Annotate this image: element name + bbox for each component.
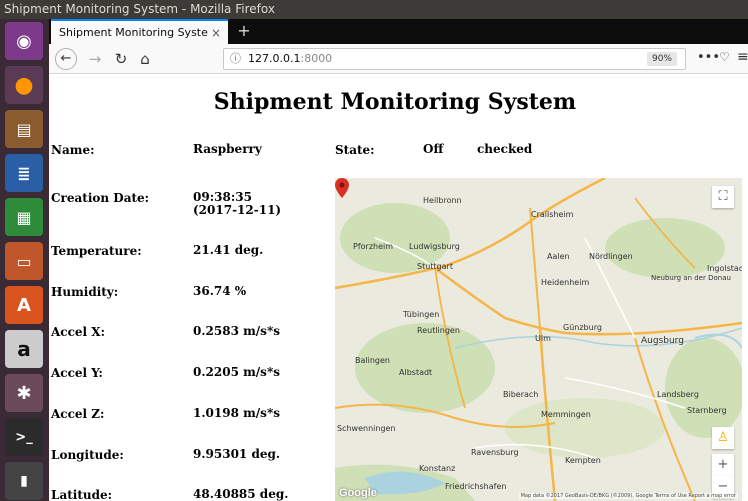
navigation-toolbar: ← → ↻ ⌂ ⓘ 127.0.0.1:8000 90% ••• ♡ ≡ <box>49 44 748 74</box>
map-city-label: Heilbronn <box>423 196 462 205</box>
state-value: Off <box>423 142 444 156</box>
map-city-label: Albstadt <box>399 368 433 377</box>
map-city-label: Reutlingen <box>417 326 460 335</box>
files-icon[interactable]: ▤ <box>5 110 43 148</box>
accel-x-label: Accel X: <box>51 325 106 339</box>
map-city-label: Neuburg an der Donau <box>651 274 731 282</box>
map-city-label: Crailsheim <box>531 210 574 219</box>
temperature-value: 21.41 deg. <box>193 243 264 257</box>
map-city-label: Konstanz <box>419 464 456 473</box>
accel-y-value: 0.2205 m/s*s <box>193 365 280 379</box>
map-city-label: Heidenheim <box>541 278 590 287</box>
map-city-label: Aalen <box>547 252 570 261</box>
url-host: 127.0.0.1 <box>248 52 301 65</box>
map-city-label: Memmingen <box>541 410 591 419</box>
map-city-label: Ulm <box>535 334 551 343</box>
window-title-bar: Shipment Monitoring System - Mozilla Fir… <box>0 0 748 19</box>
map-city-label: Nördlingen <box>589 252 633 261</box>
settings-icon[interactable]: ✱ <box>5 374 43 412</box>
software-center-icon[interactable]: A <box>5 286 43 324</box>
state-label: State: <box>335 143 375 157</box>
tab-shipment-monitoring[interactable]: Shipment Monitoring Syste × <box>51 19 228 44</box>
page-actions-icon[interactable]: ••• <box>697 50 720 65</box>
impress-icon[interactable]: ▭ <box>5 242 43 280</box>
writer-icon[interactable]: ≣ <box>5 154 43 192</box>
ubuntu-launcher: ◉ ● ▤ ≣ ▦ ▭ A a ✱ >_ ▮ <box>0 19 49 501</box>
page-title: Shipment Monitoring System <box>213 89 577 115</box>
map-city-label: Stuttgart <box>417 262 453 271</box>
usb-drive-icon[interactable]: ▮ <box>5 462 43 500</box>
zoom-in-button[interactable]: + <box>712 454 734 476</box>
longitude-label: Longitude: <box>51 448 124 462</box>
map-city-label: Günzburg <box>563 323 602 332</box>
zoom-level[interactable]: 90% <box>646 52 677 66</box>
window-title: Shipment Monitoring System - Mozilla Fir… <box>4 2 275 16</box>
back-icon[interactable]: ← <box>55 48 77 70</box>
tab-strip: Shipment Monitoring Syste × + <box>49 19 748 44</box>
location-pin-icon[interactable] <box>335 178 349 198</box>
ubuntu-dash-icon[interactable]: ◉ <box>5 22 43 60</box>
longitude-value: 9.95301 deg. <box>193 447 281 461</box>
tab-title: Shipment Monitoring Syste <box>59 26 208 39</box>
google-logo[interactable]: Google <box>339 487 377 499</box>
page-content: Shipment Monitoring System Name: Raspber… <box>49 75 748 501</box>
map-city-label: Ravensburg <box>471 448 519 457</box>
hamburger-menu-icon[interactable]: ≡ <box>737 49 748 65</box>
site-info-icon[interactable]: ⓘ <box>230 49 241 69</box>
accel-z-value: 1.0198 m/s*s <box>193 406 280 420</box>
checked-text: checked <box>477 142 533 156</box>
temperature-label: Temperature: <box>51 244 142 258</box>
map-city-label: Tübingen <box>403 310 440 319</box>
humidity-label: Humidity: <box>51 285 119 299</box>
amazon-icon[interactable]: a <box>5 330 43 368</box>
pegman-icon[interactable]: ♙ <box>712 427 734 449</box>
name-label: Name: <box>51 143 95 157</box>
creation-date-label: Creation Date: <box>51 191 150 205</box>
url-port: :8000 <box>300 52 333 65</box>
terminal-icon[interactable]: >_ <box>5 418 43 456</box>
reload-icon[interactable]: ↻ <box>111 49 131 69</box>
map-city-label: Landsberg <box>657 390 699 399</box>
home-icon[interactable]: ⌂ <box>135 49 155 69</box>
map-city-label: Ludwigsburg <box>409 242 460 251</box>
map-city-label: Balingen <box>355 356 390 365</box>
map-city-label: Augsburg <box>641 336 684 346</box>
pocket-icon[interactable]: ♡ <box>719 50 730 64</box>
map-city-label: Pforzheim <box>353 242 394 251</box>
map-city-label: Kempten <box>565 456 601 465</box>
google-map[interactable]: Heilbronn Crailsheim Pforzheim Ludwigsbu… <box>335 178 742 501</box>
firefox-icon[interactable]: ● <box>5 66 43 104</box>
name-value: Raspberry <box>193 142 262 156</box>
accel-y-label: Accel Y: <box>51 366 103 380</box>
map-attribution[interactable]: Map data ©2017 GeoBasis-DE/BKG (©2009), … <box>518 493 738 499</box>
latitude-value: 48.40885 deg. <box>193 487 289 501</box>
map-city-label: Biberach <box>503 390 539 399</box>
accel-x-value: 0.2583 m/s*s <box>193 324 280 338</box>
map-city-label: Schwenningen <box>337 424 396 433</box>
fullscreen-icon[interactable]: ⛶ <box>712 186 734 208</box>
map-city-label: Starnberg <box>687 406 727 415</box>
humidity-value: 36.74 % <box>193 284 247 298</box>
map-city-label: Friedrichshafen <box>445 482 507 491</box>
close-tab-icon[interactable]: × <box>208 26 224 40</box>
new-tab-button[interactable]: + <box>235 22 253 40</box>
map-city-label: Ingolstadt <box>707 264 742 273</box>
calc-icon[interactable]: ▦ <box>5 198 43 236</box>
creation-date-value: (2017-12-11) <box>193 203 282 217</box>
url-bar[interactable]: ⓘ 127.0.0.1:8000 90% <box>223 48 686 70</box>
latitude-label: Latitude: <box>51 488 113 501</box>
accel-z-label: Accel Z: <box>51 407 105 421</box>
forward-icon[interactable]: → <box>85 49 105 69</box>
